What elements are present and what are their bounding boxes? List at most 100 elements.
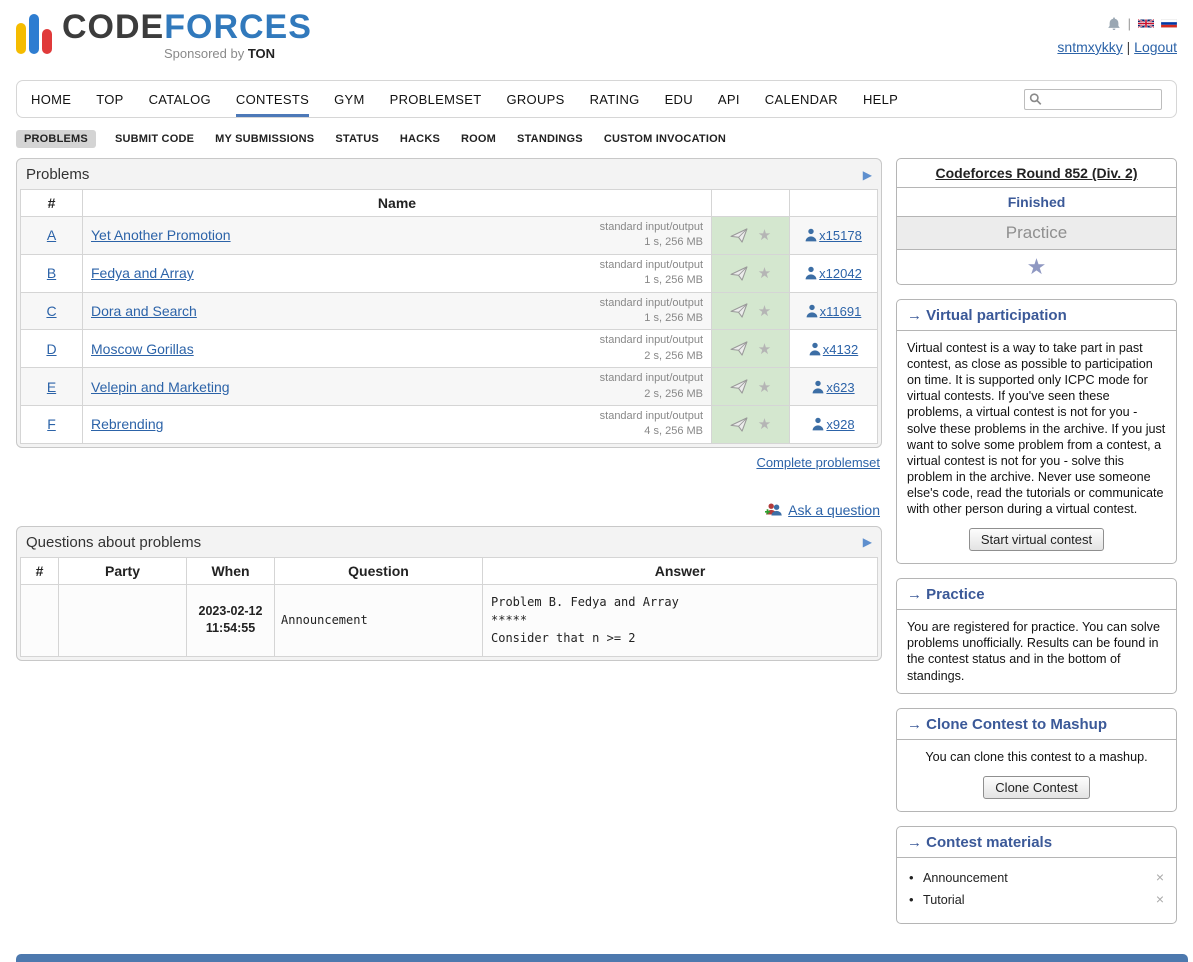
answer-line: Consider that n >= 2	[491, 629, 869, 647]
problem-name-link[interactable]: Velepin and Marketing	[91, 379, 230, 395]
nav-item-top[interactable]: TOP	[96, 81, 123, 117]
problem-name-link[interactable]: Fedya and Array	[91, 265, 194, 281]
material-close-icon[interactable]: ×	[1156, 869, 1164, 885]
bullet-icon: •	[909, 870, 914, 885]
problem-limits: standard input/output 2 s, 256 MB	[600, 371, 703, 402]
submit-plane-icon[interactable]	[730, 379, 748, 394]
material-tutorial-link[interactable]: Tutorial	[923, 893, 965, 907]
practice-title: → Practice	[897, 579, 1176, 610]
submit-plane-icon[interactable]	[730, 417, 748, 432]
contest-materials-box: → Contest materials • Announcement × • T…	[896, 826, 1177, 924]
problem-letter-link[interactable]: B	[47, 265, 56, 281]
nav-item-rating[interactable]: RATING	[590, 81, 640, 117]
contest-status-label: Finished	[1008, 194, 1066, 210]
problem-letter-link[interactable]: F	[47, 416, 56, 432]
subnav-item-problems[interactable]: PROBLEMS	[16, 130, 96, 148]
nav-item-calendar[interactable]: CALENDAR	[765, 81, 838, 117]
subnav-item-hacks[interactable]: HACKS	[398, 130, 442, 148]
problem-name-link[interactable]: Dora and Search	[91, 303, 197, 319]
logout-link[interactable]: Logout	[1134, 39, 1177, 55]
problems-caption: Problems	[26, 166, 89, 183]
sponsored-by-text: Sponsored by	[164, 46, 248, 61]
subnav-item-standings[interactable]: STANDINGS	[515, 130, 585, 148]
nav-item-home[interactable]: HOME	[31, 81, 71, 117]
subnav-item-room[interactable]: ROOM	[459, 130, 498, 148]
subnav-item-status[interactable]: STATUS	[333, 130, 381, 148]
subnav-item-my-submissions[interactable]: MY SUBMISSIONS	[213, 130, 316, 148]
nav-item-help[interactable]: HELP	[863, 81, 898, 117]
problem-name-link[interactable]: Moscow Gorillas	[91, 341, 194, 357]
problem-io: standard input/output	[600, 220, 703, 235]
contest-favorite-star-icon[interactable]: ★	[1027, 254, 1047, 279]
submit-plane-icon[interactable]	[730, 228, 748, 243]
problem-name-link[interactable]: Rebrending	[91, 416, 163, 432]
username-link[interactable]: sntmxykky	[1057, 39, 1122, 55]
submit-plane-icon[interactable]	[730, 341, 748, 356]
submit-plane-icon[interactable]	[730, 266, 748, 281]
favorite-star-icon[interactable]: ★	[758, 226, 771, 244]
problem-row: C Dora and Search standard input/output …	[21, 292, 878, 330]
solved-count-link[interactable]: x12042	[819, 266, 862, 281]
solved-count-link[interactable]: x4132	[823, 342, 858, 357]
nav-item-catalog[interactable]: CATALOG	[149, 81, 211, 117]
virtual-participation-box: → Virtual participation Virtual contest …	[896, 299, 1177, 564]
clone-contest-box: → Clone Contest to Mashup You can clone …	[896, 708, 1177, 812]
solvers-icon	[812, 380, 824, 394]
submit-plane-icon[interactable]	[730, 303, 748, 318]
logo-sponsor: Sponsored by TON	[164, 47, 312, 60]
material-item: • Tutorial ×	[909, 889, 1166, 911]
favorite-star-icon[interactable]: ★	[758, 415, 771, 433]
nav-item-contests[interactable]: CONTESTS	[236, 81, 309, 117]
solved-count-link[interactable]: x11691	[820, 304, 862, 319]
problems-expand-arrow-icon[interactable]: ▶	[863, 168, 872, 182]
nav-item-groups[interactable]: GROUPS	[506, 81, 564, 117]
nav-item-gym[interactable]: GYM	[334, 81, 365, 117]
problem-letter-link[interactable]: E	[47, 379, 56, 395]
page-header: CODEFORCES Sponsored by TON |	[0, 0, 1193, 80]
subnav-item-submit-code[interactable]: SUBMIT CODE	[113, 130, 196, 148]
solved-count-link[interactable]: x623	[826, 380, 854, 395]
material-close-icon[interactable]: ×	[1156, 891, 1164, 907]
solved-count-link[interactable]: x928	[826, 417, 854, 432]
nav-item-edu[interactable]: EDU	[665, 81, 693, 117]
nav-item-problemset[interactable]: PROBLEMSET	[390, 81, 482, 117]
sidebar: Codeforces Round 852 (Div. 2) Finished P…	[896, 158, 1177, 924]
bell-icon[interactable]	[1107, 16, 1121, 31]
clone-contest-button[interactable]: Clone Contest	[983, 776, 1089, 799]
contest-sub-navigation: PROBLEMS SUBMIT CODE MY SUBMISSIONS STAT…	[16, 130, 1177, 148]
logo-bar-blue	[29, 14, 39, 54]
contest-title-link[interactable]: Codeforces Round 852 (Div. 2)	[935, 165, 1137, 181]
problem-limits: standard input/output 2 s, 256 MB	[600, 333, 703, 364]
favorite-star-icon[interactable]: ★	[758, 264, 771, 282]
left-column: Problems ▶ # Name A Yet Anoth	[16, 158, 882, 661]
favorite-star-icon[interactable]: ★	[758, 378, 771, 396]
problem-limits: standard input/output 4 s, 256 MB	[600, 409, 703, 440]
ask-question-link[interactable]: Ask a question	[788, 502, 880, 518]
codeforces-logo[interactable]: CODEFORCES Sponsored by TON	[16, 10, 312, 74]
favorite-star-icon[interactable]: ★	[758, 340, 771, 358]
question-row: 2023-02-12 11:54:55 Announcement Problem…	[21, 584, 878, 656]
questions-table: # Party When Question Answer 2023-02-12 …	[20, 557, 878, 657]
logo-bars-icon	[16, 10, 52, 54]
problem-letter-link[interactable]: A	[47, 227, 56, 243]
solved-count-link[interactable]: x15178	[819, 228, 862, 243]
problem-time-memory: 1 s, 256 MB	[600, 273, 703, 288]
search-input[interactable]	[1024, 89, 1162, 110]
flag-en-icon[interactable]	[1138, 18, 1154, 29]
problem-time-memory: 2 s, 256 MB	[600, 349, 703, 364]
solvers-icon	[806, 304, 818, 318]
flag-ru-icon[interactable]	[1161, 18, 1177, 29]
subnav-item-custom-invocation[interactable]: CUSTOM INVOCATION	[602, 130, 728, 148]
nav-item-api[interactable]: API	[718, 81, 740, 117]
complete-problemset-link[interactable]: Complete problemset	[756, 455, 880, 470]
start-virtual-contest-button[interactable]: Start virtual contest	[969, 528, 1104, 551]
problem-io: standard input/output	[600, 296, 703, 311]
questions-expand-arrow-icon[interactable]: ▶	[863, 535, 872, 549]
solvers-icon	[812, 417, 824, 431]
favorite-star-icon[interactable]: ★	[758, 302, 771, 320]
problem-name-link[interactable]: Yet Another Promotion	[91, 227, 231, 243]
problem-letter-link[interactable]: C	[46, 303, 56, 319]
material-announcement-link[interactable]: Announcement	[923, 871, 1008, 885]
problem-letter-link[interactable]: D	[46, 341, 56, 357]
questions-box: Questions about problems ▶ # Party When …	[16, 526, 882, 661]
